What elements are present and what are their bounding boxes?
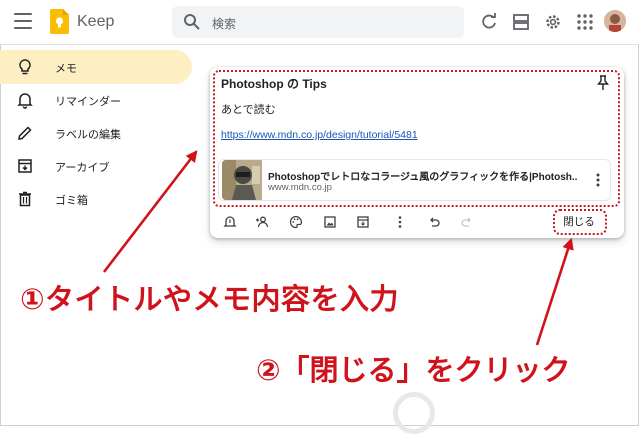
annotation-step2: ②「閉じる」をクリック (256, 355, 571, 387)
arrow-to-note (102, 150, 198, 273)
arrow-to-close-button (535, 237, 574, 346)
annotation-step1: ①タイトルやメモ内容を入力 (20, 284, 400, 316)
loading-spinner-icon (393, 392, 435, 434)
